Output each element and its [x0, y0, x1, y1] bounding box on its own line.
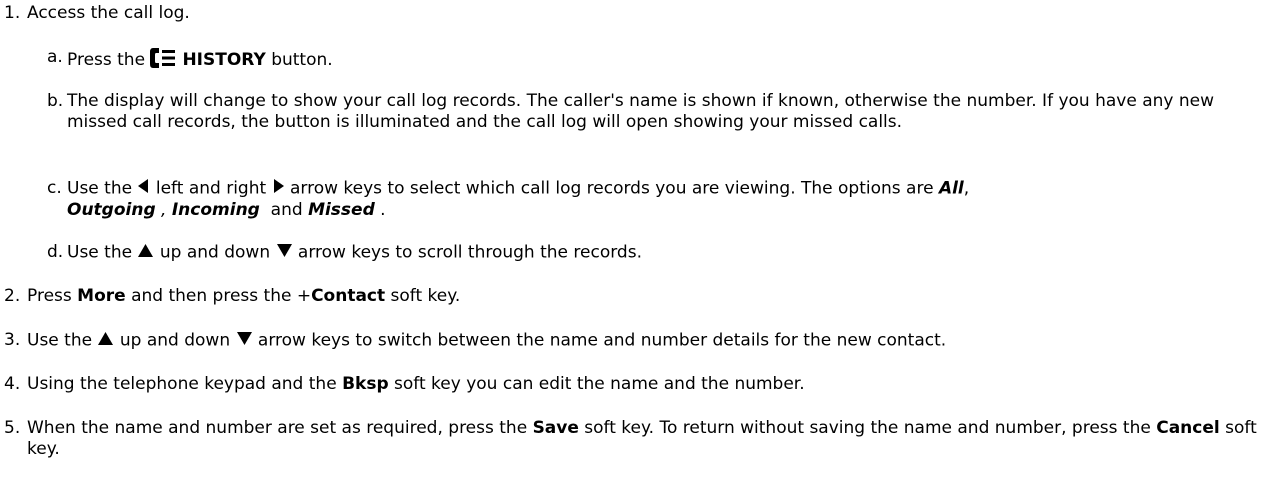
- cancel-key-label: Cancel: [1156, 418, 1220, 438]
- step-text: Press More and then press the +Contact s…: [27, 286, 1266, 307]
- separator: and: [270, 199, 303, 220]
- step-text-part: arrow keys to switch between the name an…: [257, 330, 947, 351]
- down-arrow-icon: [236, 330, 252, 351]
- step-number: 1.: [4, 3, 21, 23]
- substep-text-part: left and right: [155, 178, 267, 199]
- substep-text: Press the HISTORY button.: [67, 47, 1266, 75]
- step-number: 2.: [4, 286, 21, 306]
- step-1b: b. The display will change to show your …: [0, 91, 1276, 133]
- step-number: 5.: [4, 418, 21, 438]
- right-arrow-icon: [273, 178, 284, 199]
- step-text-part: When the name and number are set as requ…: [27, 418, 528, 438]
- step-3: 3. Use the up and down arrow keys to swi…: [0, 330, 1276, 352]
- more-key-label: More: [77, 286, 126, 306]
- step-2: 2. Press More and then press the +Contac…: [0, 286, 1276, 307]
- substep-text-part: up and down: [159, 242, 271, 263]
- step-text: When the name and number are set as requ…: [27, 418, 1266, 460]
- step-text-part: Press: [27, 286, 72, 306]
- step-text-part: Use the: [27, 330, 93, 351]
- substep-text: The display will change to show your cal…: [67, 91, 1215, 132]
- step-1: 1. Access the call log.: [0, 3, 1276, 24]
- step-text-part: soft key.: [390, 286, 461, 306]
- step-text-part: up and down: [119, 330, 231, 351]
- bksp-key-label: Bksp: [342, 374, 389, 394]
- step-text: Using the telephone keypad and the Bksp …: [27, 374, 1266, 395]
- step-1c: c. Use the left and right arrow keys to …: [0, 178, 1276, 221]
- substep-text: Use the up and down arrow keys to scroll…: [67, 242, 1266, 264]
- substep-letter: a.: [47, 47, 63, 67]
- substep-text: Use the left and right arrow keys to sel…: [67, 178, 1266, 221]
- step-text-part: and then press the +: [131, 286, 312, 306]
- left-arrow-icon: [138, 178, 149, 199]
- history-button-label: HISTORY: [182, 50, 266, 70]
- substep-letter: b.: [47, 91, 64, 111]
- step-text-part: soft key you can edit the name and the n…: [394, 374, 805, 394]
- up-arrow-icon: [138, 242, 154, 263]
- history-icon: [150, 47, 180, 75]
- step-number: 3.: [4, 330, 21, 350]
- instructions-document: 1. Access the call log. a. Press the HIS…: [0, 0, 1276, 495]
- substep-text-part: Use the: [67, 242, 133, 263]
- step-text: Access the call log.: [27, 3, 190, 23]
- separator: .: [380, 199, 386, 220]
- separator: ,: [963, 178, 970, 199]
- substep-text-part: button.: [271, 50, 333, 70]
- step-1d: d. Use the up and down arrow keys to scr…: [0, 242, 1276, 264]
- up-arrow-icon: [98, 330, 114, 351]
- step-text-part: soft key. To return without saving the n…: [584, 418, 1151, 438]
- step-text-part: Using the telephone keypad and the: [27, 374, 337, 394]
- contact-key-label: Contact: [311, 286, 386, 306]
- option-outgoing: Outgoing: [67, 199, 156, 220]
- step-5: 5. When the name and number are set as r…: [0, 418, 1276, 460]
- save-key-label: Save: [532, 418, 579, 438]
- step-number: 4.: [4, 374, 21, 394]
- option-incoming: Incoming: [171, 199, 260, 220]
- substep-text-part: Use the: [67, 178, 133, 199]
- separator: ,: [155, 199, 167, 220]
- step-4: 4. Using the telephone keypad and the Bk…: [0, 374, 1276, 395]
- down-arrow-icon: [276, 242, 292, 263]
- option-all: All: [938, 178, 964, 199]
- step-text: Use the up and down arrow keys to switch…: [27, 330, 1266, 352]
- option-missed: Missed: [308, 199, 375, 220]
- substep-letter: c.: [47, 178, 62, 198]
- step-1a: a. Press the HISTORY button.: [0, 47, 1276, 75]
- substep-text-part: Press the: [67, 50, 146, 70]
- substep-letter: d.: [47, 242, 64, 262]
- substep-text-part: arrow keys to select which call log reco…: [289, 178, 934, 199]
- substep-text-part: arrow keys to scroll through the records…: [297, 242, 642, 263]
